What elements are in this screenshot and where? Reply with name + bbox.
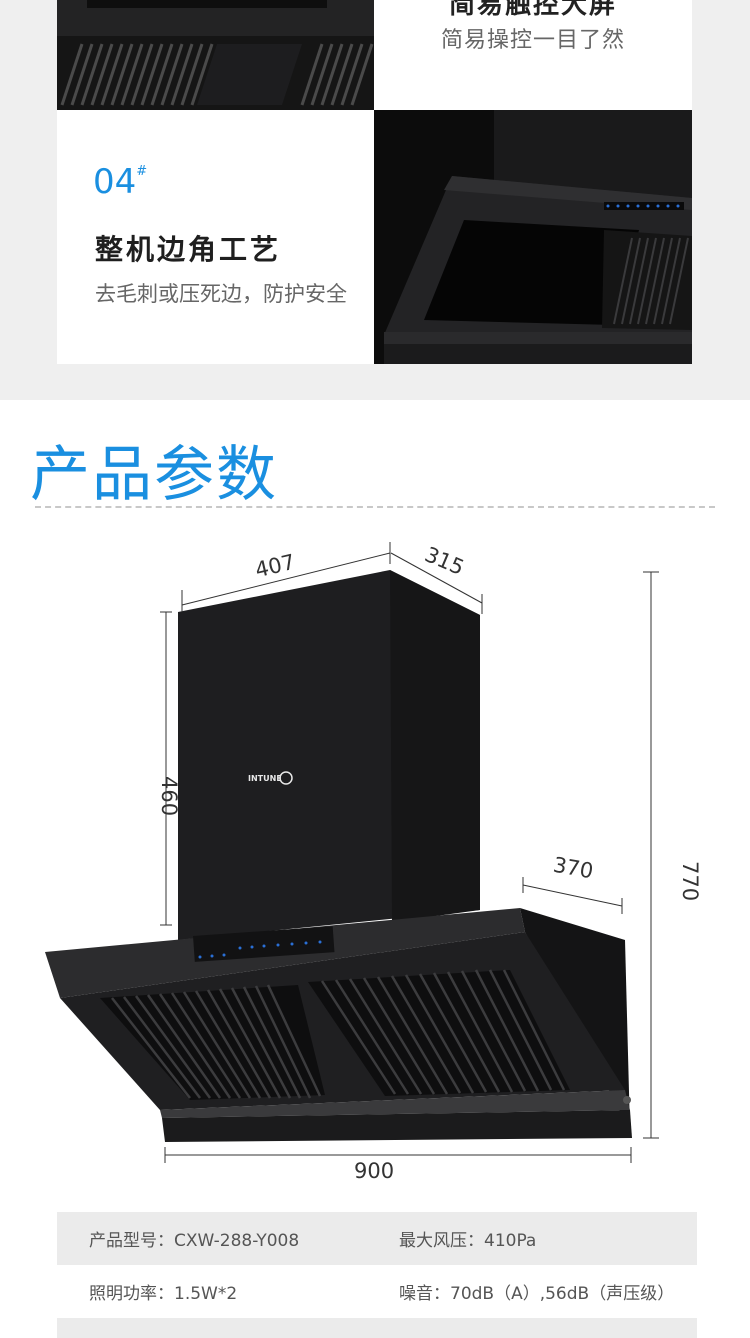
dim-depth-top: 315 (421, 542, 467, 580)
section-divider (35, 506, 715, 508)
spec-noise: 噪音：70dB（A）,56dB（声压级） (399, 1284, 675, 1304)
dim-total-width: 900 (354, 1159, 394, 1183)
product-dimension-diagram: INTUNE 407 315 460 370 770 900 (45, 542, 702, 1183)
dim-height-chimney: 460 (157, 776, 181, 816)
specs-table: 产品型号：CXW-288-Y008 最大风压：410Pa 照明功率：1.5W*2… (57, 1212, 697, 1338)
dim-total-height: 770 (678, 861, 702, 901)
feature-04-number-text: 04 (93, 162, 137, 202)
feature-04-number-mark: # (136, 164, 148, 179)
feature-04-photo (374, 110, 692, 364)
dim-width-top: 407 (253, 550, 297, 582)
spec-lighting-power: 照明功率：1.5W*2 (89, 1284, 238, 1304)
spec-model: 产品型号：CXW-288-Y008 (89, 1231, 300, 1251)
spec-row: 产品型号：CXW-288-Y008 最大风压：410Pa (57, 1212, 697, 1265)
spec-row: 照明功率：1.5W*2 噪音：70dB（A）,56dB（声压级） (57, 1265, 697, 1318)
feature-04-number: 04# (93, 162, 147, 202)
dim-depth-hood: 370 (551, 853, 595, 884)
feature-03-photo (57, 0, 374, 110)
params-section-title: 产品参数 (30, 440, 278, 510)
feature-03-title: 简易触控大屏 (448, 0, 617, 20)
feature-04-description: 去毛刺或压死边，防护安全 (95, 282, 347, 306)
spec-row (57, 1318, 697, 1338)
brand-logo: INTUNE (248, 774, 282, 783)
feature-03-description: 简易操控一目了然 (440, 28, 625, 53)
feature-04-title: 整机边角工艺 (95, 233, 282, 266)
spec-max-pressure: 最大风压：410Pa (399, 1231, 537, 1251)
